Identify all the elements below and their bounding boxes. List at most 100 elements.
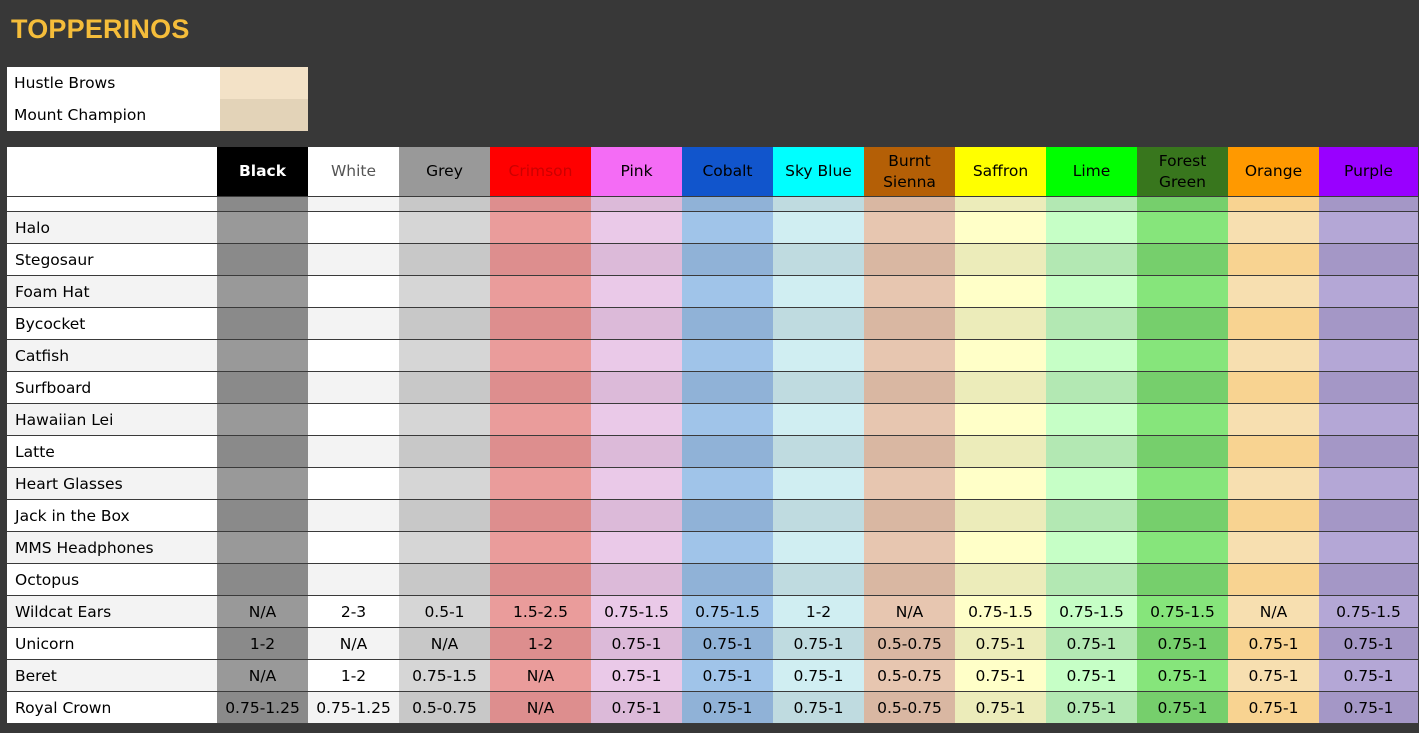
table-cell[interactable] [399,531,490,564]
table-cell[interactable] [955,499,1046,532]
table-cell[interactable] [1319,435,1418,468]
table-cell[interactable] [864,499,955,532]
table-cell[interactable] [490,339,591,372]
table-cell[interactable] [490,243,591,276]
table-cell[interactable] [217,211,308,244]
table-cell[interactable]: 0.75-1 [682,691,773,724]
table-cell[interactable] [864,371,955,404]
table-cell[interactable]: 0.75-1 [591,691,682,724]
table-cell[interactable]: 0.75-1 [1228,627,1319,660]
table-cell[interactable] [1319,211,1418,244]
table-cell[interactable] [682,307,773,340]
table-cell[interactable] [1137,307,1228,340]
table-cell[interactable]: 0.75-1.25 [217,691,308,724]
table-cell[interactable] [1228,243,1319,276]
table-cell[interactable] [308,563,399,596]
table-cell[interactable]: N/A [490,659,591,692]
table-cell[interactable] [490,435,591,468]
table-cell[interactable] [399,211,490,244]
table-cell[interactable] [1228,499,1319,532]
table-cell[interactable] [591,531,682,564]
table-cell[interactable] [682,371,773,404]
table-cell[interactable] [399,243,490,276]
table-cell[interactable] [1137,243,1228,276]
table-cell[interactable]: 0.75-1.25 [308,691,399,724]
table-cell[interactable] [682,435,773,468]
table-cell[interactable] [864,243,955,276]
table-cell[interactable] [955,563,1046,596]
table-cell[interactable] [682,275,773,308]
table-cell[interactable]: 2-3 [308,595,399,628]
table-cell[interactable]: N/A [308,627,399,660]
table-cell[interactable] [864,467,955,500]
table-cell[interactable] [1319,339,1418,372]
table-cell[interactable]: 1-2 [773,595,864,628]
table-cell[interactable] [773,467,864,500]
table-cell[interactable]: 1.5-2.5 [490,595,591,628]
table-cell[interactable] [399,307,490,340]
table-cell[interactable] [591,275,682,308]
table-cell[interactable]: 0.5-0.75 [864,659,955,692]
table-cell[interactable] [217,307,308,340]
table-cell[interactable] [1228,563,1319,596]
table-cell[interactable] [1137,435,1228,468]
table-cell[interactable] [591,307,682,340]
table-cell[interactable]: 0.75-1.5 [1319,595,1418,628]
table-cell[interactable] [308,243,399,276]
table-cell[interactable]: 0.75-1 [955,691,1046,724]
table-cell[interactable] [399,499,490,532]
table-cell[interactable]: N/A [864,595,955,628]
table-cell[interactable] [1319,531,1418,564]
table-cell[interactable] [399,467,490,500]
table-cell[interactable] [1046,243,1137,276]
table-cell[interactable] [864,211,955,244]
table-cell[interactable] [1319,243,1418,276]
table-cell[interactable]: 0.75-1 [682,627,773,660]
table-cell[interactable]: 0.75-1 [1319,691,1418,724]
table-cell[interactable] [773,371,864,404]
table-cell[interactable]: 0.75-1 [955,659,1046,692]
table-cell[interactable]: 0.75-1.5 [1137,595,1228,628]
table-cell[interactable] [217,275,308,308]
table-cell[interactable]: N/A [490,691,591,724]
table-cell[interactable] [1228,403,1319,436]
table-cell[interactable]: 0.75-1 [682,659,773,692]
table-cell[interactable] [864,275,955,308]
table-cell[interactable] [682,243,773,276]
table-cell[interactable] [773,307,864,340]
table-cell[interactable] [1228,435,1319,468]
table-cell[interactable] [1046,371,1137,404]
table-cell[interactable] [773,499,864,532]
table-cell[interactable] [1046,499,1137,532]
table-cell[interactable] [399,403,490,436]
table-cell[interactable] [955,307,1046,340]
table-cell[interactable] [490,531,591,564]
table-cell[interactable] [308,403,399,436]
table-cell[interactable] [1228,339,1319,372]
table-cell[interactable]: N/A [217,595,308,628]
table-cell[interactable] [1046,563,1137,596]
table-cell[interactable] [217,371,308,404]
table-cell[interactable] [682,211,773,244]
table-cell[interactable] [955,243,1046,276]
table-cell[interactable] [1137,275,1228,308]
table-cell[interactable] [490,467,591,500]
table-cell[interactable] [490,371,591,404]
table-cell[interactable]: N/A [217,659,308,692]
table-cell[interactable] [955,435,1046,468]
table-cell[interactable]: 0.5-0.75 [864,691,955,724]
table-cell[interactable] [1046,531,1137,564]
table-cell[interactable] [773,563,864,596]
table-cell[interactable] [490,499,591,532]
table-cell[interactable]: 0.75-1 [1228,691,1319,724]
table-cell[interactable] [682,467,773,500]
table-cell[interactable] [955,339,1046,372]
table-cell[interactable] [591,243,682,276]
table-cell[interactable] [217,563,308,596]
table-cell[interactable] [1046,275,1137,308]
table-cell[interactable] [1137,531,1228,564]
table-cell[interactable] [1137,467,1228,500]
table-cell[interactable] [1319,275,1418,308]
table-cell[interactable] [591,339,682,372]
table-cell[interactable] [682,563,773,596]
